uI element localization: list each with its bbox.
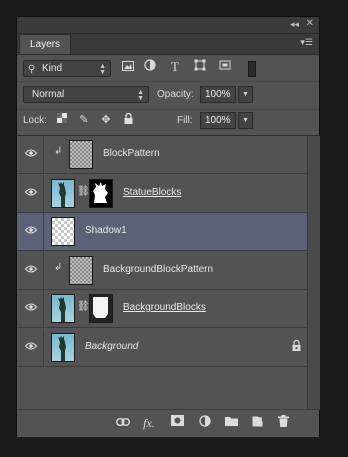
smart-object-filter-icon[interactable] — [217, 59, 233, 75]
lock-label: Lock: — [23, 115, 47, 126]
layer-divider — [43, 175, 44, 212]
search-icon: ⚲ — [28, 64, 36, 75]
clipping-mask-icon: ↲ — [54, 262, 63, 273]
layers-panel: ◂◂ ✕ Layers ▾☰ ⚲ Kind ▲ ▼ T Normal ▲ ▼ O… — [16, 16, 320, 437]
lock-row: Lock: ✎ ✥ Fill: 100% ▼ — [17, 109, 319, 132]
layer-name[interactable]: Shadow1 — [85, 225, 127, 236]
layer-divider — [43, 290, 44, 327]
collapse-panel-icon[interactable]: ◂◂ — [290, 19, 299, 30]
new-layer-icon[interactable] — [249, 415, 265, 431]
layer-thumbnail[interactable] — [51, 217, 75, 246]
layers-footer: fx. — [17, 409, 319, 437]
visibility-eye-icon[interactable] — [23, 185, 39, 201]
visibility-eye-icon[interactable] — [23, 223, 39, 239]
fill-label: Fill: — [177, 115, 193, 126]
layers-scrollbar[interactable] — [307, 136, 320, 410]
filter-kind-label: Kind — [42, 63, 63, 74]
layer-thumbnail[interactable] — [51, 179, 75, 208]
lock-image-pixels-icon[interactable]: ✎ — [77, 113, 91, 127]
link-layers-icon[interactable] — [115, 415, 131, 431]
layer-divider — [43, 213, 44, 250]
layer-thumbnail[interactable] — [69, 256, 93, 285]
visibility-eye-icon[interactable] — [23, 339, 39, 355]
panel-menu-icon[interactable]: ▾☰ — [300, 37, 313, 48]
layer-divider — [43, 136, 44, 173]
adjustment-layer-icon[interactable] — [197, 415, 213, 431]
lock-position-icon[interactable]: ✥ — [99, 113, 113, 127]
blend-mode-select[interactable]: Normal ▲ ▼ — [23, 86, 149, 103]
visibility-eye-icon[interactable] — [23, 300, 39, 316]
new-group-icon[interactable] — [223, 415, 239, 431]
blend-mode-value: Normal — [32, 89, 65, 100]
blend-row: Normal ▲ ▼ Opacity: 100% ▼ — [17, 81, 319, 108]
panel-tab-row: Layers ▾☰ — [17, 34, 319, 55]
layer-thumbnail[interactable] — [69, 140, 93, 169]
mask-link-icon[interactable]: ⛓ — [77, 186, 90, 200]
stepper-arrows-icon: ▲ ▼ — [99, 63, 106, 76]
opacity-slider-button[interactable]: ▼ — [238, 86, 253, 103]
layer-name[interactable]: Background — [85, 341, 138, 352]
tab-layers[interactable]: Layers — [19, 34, 72, 54]
layer-thumbnail[interactable] — [51, 333, 75, 362]
close-panel-icon[interactable]: ✕ — [306, 18, 314, 29]
layer-row[interactable]: ↲ BackgroundBlockPattern — [17, 252, 307, 290]
fill-input[interactable]: 100% — [200, 112, 236, 129]
layer-name[interactable]: BackgroundBlockPattern — [103, 264, 213, 275]
layers-list: ↲ BlockPattern ⛓ StatueBlocks Shadow1 ↲ Backgr… — [17, 135, 320, 410]
fill-slider-button[interactable]: ▼ — [238, 112, 253, 129]
fx-icon[interactable]: fx. — [141, 415, 157, 431]
filter-toggle-switch[interactable] — [248, 61, 256, 77]
visibility-eye-icon[interactable] — [23, 146, 39, 162]
layer-divider — [43, 252, 44, 289]
layer-row[interactable]: ⛓ StatueBlocks — [17, 175, 307, 213]
layer-mask-thumbnail[interactable] — [89, 179, 113, 208]
layer-lock-icon — [292, 339, 301, 354]
layer-divider — [43, 329, 44, 366]
image-filter-icon[interactable] — [120, 59, 136, 75]
filter-row: ⚲ Kind ▲ ▼ T — [17, 55, 319, 81]
layer-name[interactable]: BackgroundBlocks — [123, 302, 206, 313]
panel-top-strip: ◂◂ ✕ — [17, 17, 319, 34]
filter-kind-select[interactable]: ⚲ Kind ▲ ▼ — [23, 60, 111, 77]
layer-thumbnail[interactable] — [51, 294, 75, 323]
add-mask-icon[interactable] — [169, 415, 185, 431]
opacity-label: Opacity: — [157, 89, 194, 100]
layer-name[interactable]: BlockPattern — [103, 148, 160, 159]
visibility-eye-icon[interactable] — [23, 262, 39, 278]
layer-name[interactable]: StatueBlocks — [123, 187, 181, 198]
lock-transparent-pixels-icon[interactable] — [55, 113, 69, 127]
opacity-input[interactable]: 100% — [200, 86, 236, 103]
layer-row[interactable]: Shadow1 — [17, 213, 307, 251]
mask-link-icon[interactable]: ⛓ — [77, 301, 90, 315]
stepper-arrows-icon: ▲ ▼ — [137, 89, 144, 102]
lock-all-icon[interactable] — [121, 112, 135, 127]
type-filter-icon[interactable]: T — [167, 59, 183, 75]
layer-row[interactable]: ↲ BlockPattern — [17, 136, 307, 174]
layer-mask-thumbnail[interactable] — [89, 294, 113, 323]
adjustment-filter-icon[interactable] — [142, 59, 158, 75]
clipping-mask-icon: ↲ — [54, 146, 63, 157]
shape-filter-icon[interactable] — [192, 59, 208, 75]
layer-row[interactable]: ⛓ BackgroundBlocks — [17, 290, 307, 328]
delete-layer-icon[interactable] — [275, 415, 291, 431]
layer-row[interactable]: Background — [17, 329, 307, 367]
